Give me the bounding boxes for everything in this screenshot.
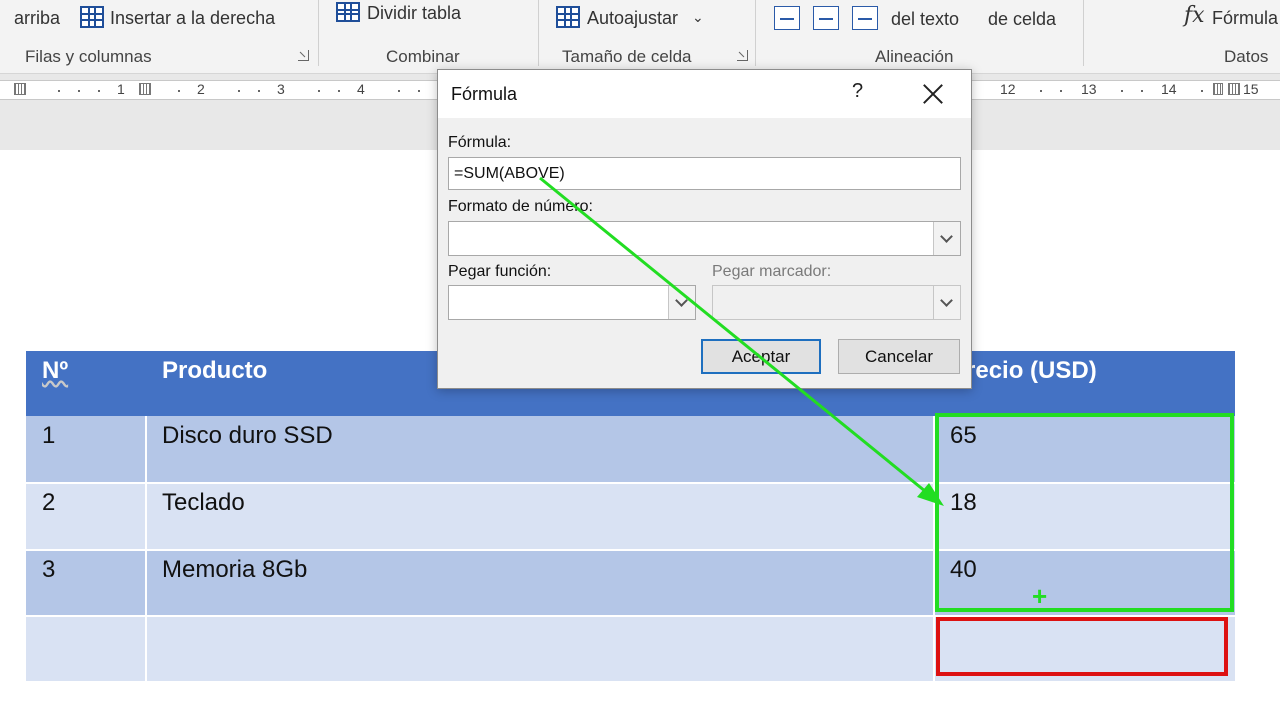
autofit-chevron-down-icon[interactable]: ⌄	[692, 9, 704, 26]
ruler-number: 2	[197, 81, 205, 97]
cancel-button[interactable]: Cancelar	[838, 339, 960, 374]
group-cell-size-label: Tamaño de celda	[562, 47, 692, 66]
table-cell[interactable]: 65	[934, 416, 1235, 483]
ruler-column-marker[interactable]	[1228, 83, 1240, 95]
ruler-right-indent-marker[interactable]	[1213, 83, 1223, 95]
group-divider	[538, 0, 539, 66]
ruler-number: 1	[117, 81, 125, 97]
group-divider	[1083, 0, 1084, 66]
group-divider	[755, 0, 756, 66]
group-divider	[318, 0, 319, 66]
dialog-title: Fórmula	[451, 84, 518, 104]
ruler-tick	[1121, 90, 1123, 92]
autofit-icon	[556, 6, 580, 28]
paste-bookmark-label: Pegar marcador:	[712, 263, 832, 280]
paste-function-dropdown-button[interactable]	[668, 286, 695, 319]
table-cell[interactable]: 1	[26, 416, 146, 483]
header-price[interactable]: Precio (USD)	[934, 351, 1235, 416]
ruler-number: 4	[357, 81, 365, 97]
paste-function-label: Pegar función:	[448, 263, 552, 280]
formula-input[interactable]	[449, 158, 960, 189]
align-left-icon[interactable]	[774, 6, 800, 30]
formula-field-box[interactable]	[448, 157, 961, 190]
table-cell[interactable]: 2	[26, 483, 146, 550]
ruler-tick	[338, 90, 340, 92]
ruler-tick	[258, 90, 260, 92]
table-gridline	[26, 482, 1235, 484]
header-number[interactable]: Nº	[26, 351, 146, 416]
ruler-number: 12	[1000, 81, 1016, 97]
table-cell[interactable]: Disco duro SSD	[146, 416, 934, 483]
cell-size-launcher-icon[interactable]	[737, 50, 748, 61]
number-format-label: Formato de número:	[448, 198, 593, 215]
group-rows-columns-label: Filas y columnas	[25, 47, 152, 66]
table-gridline	[26, 549, 1235, 551]
table-gridline	[26, 615, 1235, 617]
split-table-button[interactable]: Dividir tabla	[367, 3, 461, 24]
help-button[interactable]: ?	[852, 80, 863, 103]
chevron-down-icon	[940, 230, 953, 243]
group-alignment-label: Alineación	[875, 47, 954, 66]
number-format-select[interactable]	[448, 221, 961, 256]
rows-columns-launcher-icon[interactable]	[298, 50, 309, 61]
table-cell[interactable]: 18	[934, 483, 1235, 550]
close-icon[interactable]	[920, 81, 946, 107]
formula-button[interactable]: Fórmula	[1212, 8, 1278, 29]
ruler-tick	[1201, 90, 1203, 92]
chevron-down-icon	[675, 294, 688, 307]
table-cell[interactable]: Teclado	[146, 483, 934, 550]
insert-right-icon	[80, 6, 104, 28]
paste-bookmark-select	[712, 285, 961, 320]
ruler-tick	[1060, 90, 1062, 92]
align-right-icon[interactable]	[852, 6, 878, 30]
ruler-tick	[418, 90, 420, 92]
ruler-number: 15	[1243, 81, 1259, 97]
ruler-tick	[1040, 90, 1042, 92]
paste-bookmark-dropdown-button	[933, 286, 960, 319]
ribbon: arriba Insertar a la derecha Filas y col…	[0, 0, 1280, 74]
ok-button[interactable]: Aceptar	[701, 339, 821, 374]
table-cell[interactable]: 3	[26, 550, 146, 616]
align-center-icon[interactable]	[813, 6, 839, 30]
split-table-icon	[336, 2, 360, 22]
ruler-number: 3	[277, 81, 285, 97]
ruler-tick	[238, 90, 240, 92]
insert-above-button[interactable]: arriba	[14, 8, 60, 29]
ruler-tick	[78, 90, 80, 92]
ruler-margin-marker[interactable]	[14, 83, 26, 95]
ruler-tick	[178, 90, 180, 92]
table-cell[interactable]: 40	[934, 550, 1235, 616]
ruler-number: 14	[1161, 81, 1177, 97]
paste-function-select[interactable]	[448, 285, 696, 320]
group-data-label: Datos	[1224, 47, 1269, 66]
ruler-tick	[1141, 90, 1143, 92]
cell-margins-button[interactable]: de celda	[988, 9, 1056, 30]
ruler-tick	[58, 90, 60, 92]
formula-label: Fórmula:	[448, 134, 512, 151]
number-format-dropdown-button[interactable]	[933, 222, 960, 255]
total-cell[interactable]	[934, 616, 1235, 681]
insert-right-button[interactable]: Insertar a la derecha	[110, 8, 275, 29]
table-cell[interactable]: Memoria 8Gb	[146, 550, 934, 616]
formula-dialog[interactable]: Fórmula ? Fórmula: Formato de número: Pe…	[437, 69, 972, 389]
formula-fx-icon: fx	[1184, 3, 1205, 28]
ruler-tick	[98, 90, 100, 92]
dialog-title-bar[interactable]: Fórmula ?	[438, 70, 971, 118]
ruler-tick	[318, 90, 320, 92]
autofit-button[interactable]: Autoajustar	[587, 8, 678, 29]
text-direction-button[interactable]: del texto	[891, 9, 959, 30]
ruler-tick	[398, 90, 400, 92]
table-cell[interactable]	[146, 616, 934, 681]
chevron-down-icon	[940, 294, 953, 307]
table-cell[interactable]	[26, 616, 146, 681]
ruler-column-marker[interactable]	[139, 83, 151, 95]
group-merge-label: Combinar	[386, 47, 460, 66]
ruler-number: 13	[1081, 81, 1097, 97]
